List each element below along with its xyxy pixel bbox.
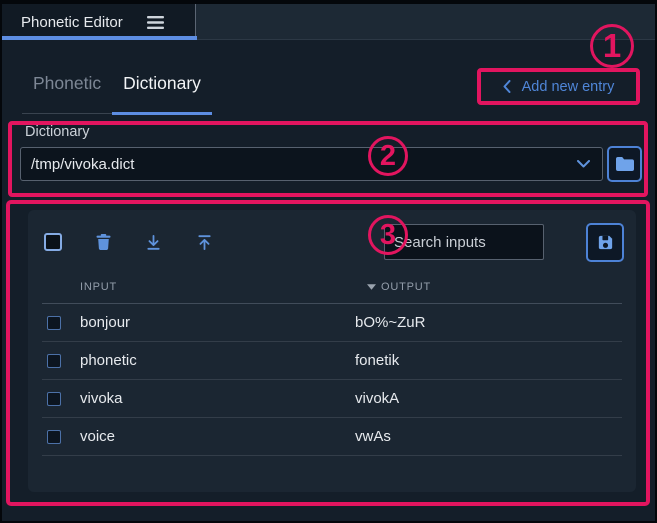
export-entries-button[interactable] xyxy=(196,234,213,251)
window-title: Phonetic Editor xyxy=(21,14,123,31)
top-bar: Phonetic Editor xyxy=(2,4,655,40)
entries-table: INPUT OUTPUT bonjour bO%~ZuR phoneti xyxy=(42,270,622,456)
output-cell: bO%~ZuR xyxy=(355,314,622,331)
open-dictionary-file-button[interactable] xyxy=(607,146,642,182)
row-checkbox[interactable] xyxy=(47,430,61,444)
chevron-down-icon xyxy=(577,160,590,168)
trash-icon xyxy=(96,234,111,251)
add-new-entry-button[interactable]: Add new entry xyxy=(503,79,615,95)
add-new-entry-label: Add new entry xyxy=(522,79,615,95)
column-header-output[interactable]: OUTPUT xyxy=(355,281,622,293)
search-inputs-field[interactable] xyxy=(384,224,544,260)
table-row[interactable]: voice vwAs xyxy=(42,418,622,456)
hamburger-menu-icon[interactable] xyxy=(147,16,164,29)
tab-dictionary[interactable]: Dictionary xyxy=(112,54,212,113)
dictionary-path-select[interactable]: /tmp/vivoka.dict xyxy=(20,147,603,181)
column-header-input[interactable]: INPUT xyxy=(80,281,355,293)
row-checkbox[interactable] xyxy=(47,354,61,368)
select-all-checkbox[interactable] xyxy=(44,233,62,251)
output-cell: vwAs xyxy=(355,428,622,445)
output-cell: fonetik xyxy=(355,352,622,369)
save-dictionary-button[interactable] xyxy=(586,223,624,262)
input-cell: phonetic xyxy=(80,352,355,369)
upload-icon xyxy=(196,234,213,251)
entries-toolbar xyxy=(28,210,636,270)
dictionary-field-label: Dictionary xyxy=(25,124,89,140)
dictionary-path-value: /tmp/vivoka.dict xyxy=(31,156,134,173)
delete-entries-button[interactable] xyxy=(96,234,111,251)
input-cell: vivoka xyxy=(80,390,355,407)
table-header-row: INPUT OUTPUT xyxy=(42,270,622,304)
row-checkbox[interactable] xyxy=(47,392,61,406)
save-icon xyxy=(596,233,615,252)
entries-card: INPUT OUTPUT bonjour bO%~ZuR phoneti xyxy=(28,210,636,492)
table-row[interactable]: bonjour bO%~ZuR xyxy=(42,304,622,342)
import-entries-button[interactable] xyxy=(145,234,162,251)
table-row[interactable]: phonetic fonetik xyxy=(42,342,622,380)
row-checkbox[interactable] xyxy=(47,316,61,330)
screenshot-frame: Phonetic Editor Phonetic Dictionary Add … xyxy=(0,0,657,523)
folder-icon xyxy=(615,156,635,172)
chevron-left-icon xyxy=(503,80,511,93)
window-tab-phonetic-editor[interactable]: Phonetic Editor xyxy=(2,4,196,40)
tab-phonetic[interactable]: Phonetic xyxy=(22,54,112,113)
view-tabs: Phonetic Dictionary xyxy=(22,54,212,114)
phonetic-editor-window: Phonetic Editor Phonetic Dictionary Add … xyxy=(2,4,655,521)
sort-descending-icon xyxy=(367,284,376,290)
input-cell: voice xyxy=(80,428,355,445)
input-cell: bonjour xyxy=(80,314,355,331)
download-icon xyxy=(145,234,162,251)
annotation-rect-1: Add new entry xyxy=(477,68,640,105)
active-window-tab-indicator xyxy=(2,36,197,40)
table-row[interactable]: vivoka vivokA xyxy=(42,380,622,418)
output-cell: vivokA xyxy=(355,390,622,407)
